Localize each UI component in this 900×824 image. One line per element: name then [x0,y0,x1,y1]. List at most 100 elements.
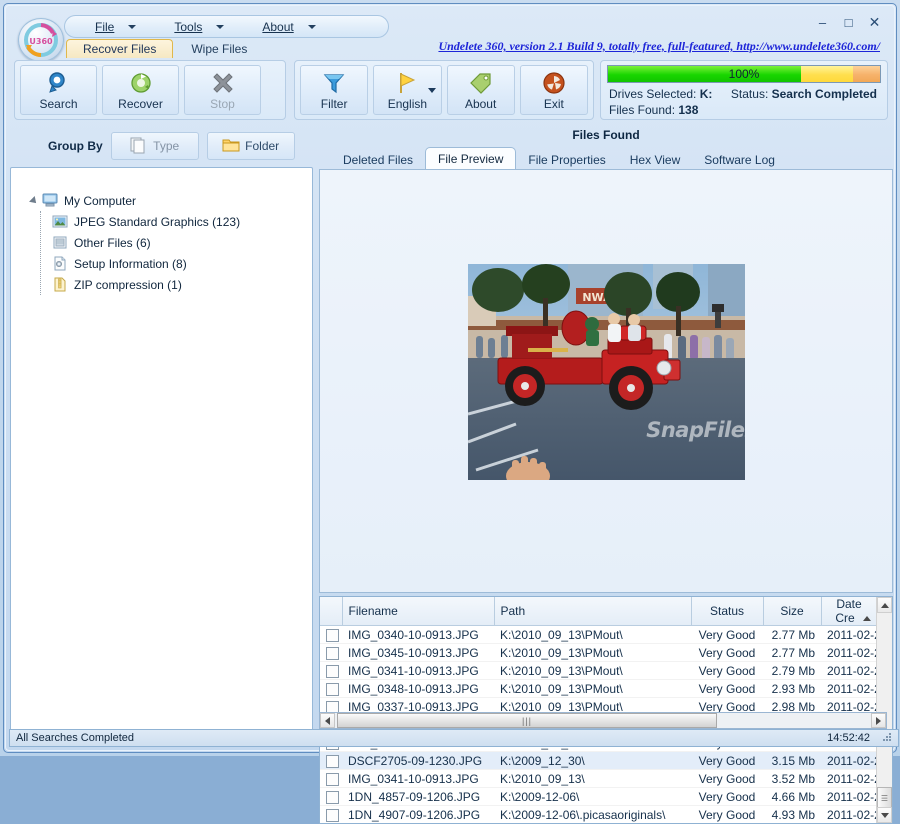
table-row[interactable]: IMG_0341-10-0913.JPGK:\2010_09_13\Very G… [320,770,877,788]
files-found-panel: Files Found Deleted Files File Preview F… [317,126,895,733]
cell-size: 2.79 Mb [763,662,821,680]
row-checkbox[interactable] [326,647,339,660]
scroll-down-button[interactable] [877,807,892,823]
row-checkbox-cell[interactable] [320,788,342,806]
scroll-up-button[interactable] [877,597,892,613]
column-header-select-all[interactable] [320,597,342,626]
search-button[interactable]: Search [20,65,97,115]
table-horizontal-scrollbar[interactable]: ||| [319,712,887,729]
row-checkbox-cell[interactable] [320,662,342,680]
filter-button-label: Filter [321,98,348,110]
group-by-type-button[interactable]: Type [111,132,199,160]
table-row[interactable]: 1DN_4857-09-1206.JPGK:\2009-12-06\Very G… [320,788,877,806]
tag-icon [469,70,493,96]
tab-hex-view[interactable]: Hex View [618,149,692,170]
column-header-path[interactable]: Path [494,597,691,626]
chevron-down-icon[interactable] [428,88,436,93]
row-checkbox-cell[interactable] [320,680,342,698]
horizontal-scroll-track[interactable]: ||| [335,713,871,728]
cell-path: K:\2009-12-06\.picasaoriginals\ [494,806,691,824]
menu-item-about[interactable]: About [236,16,323,37]
cell-filename: 1DN_4907-09-1206.JPG [342,806,494,824]
application-window: – □ ✕ U360 File Tools About Recover Fi [0,0,900,756]
tree-root-my-computer[interactable]: My Computer [27,190,312,211]
menu-item-tools[interactable]: Tools [148,16,232,37]
tab-software-log[interactable]: Software Log [692,149,787,170]
tree-item-setup-information[interactable]: Setup Information (8) [41,253,312,274]
row-checkbox[interactable] [326,665,339,678]
table-row[interactable]: IMG_0341-10-0913.JPGK:\2010_09_13\PMout\… [320,662,877,680]
table-vertical-scrollbar[interactable]: ☰ [876,597,892,823]
expand-collapse-icon[interactable] [27,197,41,205]
tab-file-properties[interactable]: File Properties [516,149,617,170]
maximize-button[interactable]: □ [837,13,860,31]
deleted-files-table-wrap: Filename Path Status Size Date Cre IMG_0… [319,596,893,708]
progress-info: Drives Selected: K: Files Found: 138 Sta… [607,87,881,119]
row-checkbox[interactable] [326,809,339,822]
row-checkbox-cell[interactable] [320,752,342,770]
drives-selected-label: Drives Selected: [609,87,696,101]
progress-group: 100% Drives Selected: K: Files Found: 13… [600,60,888,120]
minimize-button[interactable]: – [811,13,834,31]
column-header-filename[interactable]: Filename [342,597,494,626]
column-header-date-created[interactable]: Date Cre [821,597,877,626]
chevron-down-icon [308,25,316,29]
cell-size: 2.93 Mb [763,680,821,698]
cell-status: Very Good [691,752,763,770]
row-checkbox-cell[interactable] [320,626,342,644]
row-checkbox[interactable] [326,773,339,786]
recover-button[interactable]: Recover [102,65,179,115]
preview-stage: NWA [320,170,892,592]
row-checkbox[interactable] [326,755,339,768]
exit-button[interactable]: Exit [520,65,588,115]
menu-item-file[interactable]: File [69,16,144,37]
cell-date-created: 2011-02-21 [821,680,877,698]
tab-recover-files[interactable]: Recover Files [66,39,173,58]
tree-item-zip-label: ZIP compression (1) [74,278,182,292]
cell-status: Very Good [691,806,763,824]
row-checkbox[interactable] [326,629,339,642]
table-row[interactable]: DSCF2705-09-1230.JPGK:\2009_12_30\Very G… [320,752,877,770]
column-header-status[interactable]: Status [691,597,763,626]
tree-item-jpeg[interactable]: JPEG Standard Graphics (123) [41,211,312,232]
resize-grip-icon[interactable] [881,731,893,743]
table-row[interactable]: 1DN_4907-09-1206.JPGK:\2009-12-06\.picas… [320,806,877,824]
tab-wipe-files[interactable]: Wipe Files [173,39,265,58]
product-info-link[interactable]: Undelete 360, version 2.1 Build 9, total… [438,39,880,54]
tree-item-jpeg-label: JPEG Standard Graphics (123) [74,215,240,229]
scroll-right-button[interactable] [871,713,886,728]
tree-item-zip[interactable]: ZIP compression (1) [41,274,312,295]
horizontal-scroll-thumb[interactable]: ||| [337,713,717,728]
tree-item-other-files[interactable]: Other Files (6) [41,232,312,253]
filter-button[interactable]: Filter [300,65,368,115]
stop-button[interactable]: Stop [184,65,261,115]
preview-photo-graphic: NWA [468,264,745,480]
language-button[interactable]: English [373,65,441,115]
close-button[interactable]: ✕ [863,13,886,31]
tab-file-preview[interactable]: File Preview [425,147,516,170]
status-bar-time: 14:52:42 [827,732,870,744]
row-checkbox-cell[interactable] [320,644,342,662]
row-checkbox[interactable] [326,683,339,696]
row-checkbox-cell[interactable] [320,770,342,788]
image-file-icon [51,214,69,230]
documents-icon [130,136,148,157]
about-button[interactable]: About [447,65,515,115]
recover-arrow-icon [129,70,153,96]
row-checkbox[interactable] [326,791,339,804]
scroll-left-button[interactable] [320,713,335,728]
table-row[interactable]: IMG_0345-10-0913.JPGK:\2010_09_13\PMout\… [320,644,877,662]
table-row[interactable]: IMG_0348-10-0913.JPGK:\2010_09_13\PMout\… [320,680,877,698]
computer-icon [41,193,59,209]
vertical-scroll-thumb[interactable]: ☰ [877,787,892,809]
column-header-size[interactable]: Size [763,597,821,626]
cell-filename: IMG_0341-10-0913.JPG [342,662,494,680]
group-by-folder-button[interactable]: Folder [207,132,295,160]
tab-deleted-files[interactable]: Deleted Files [331,149,425,170]
row-checkbox-cell[interactable] [320,806,342,824]
exit-shutter-icon [542,70,566,96]
chevron-down-icon [128,25,136,29]
table-row[interactable]: IMG_0340-10-0913.JPGK:\2010_09_13\PMout\… [320,626,877,644]
recover-button-label: Recover [118,98,163,110]
files-found-value: 138 [678,103,698,117]
